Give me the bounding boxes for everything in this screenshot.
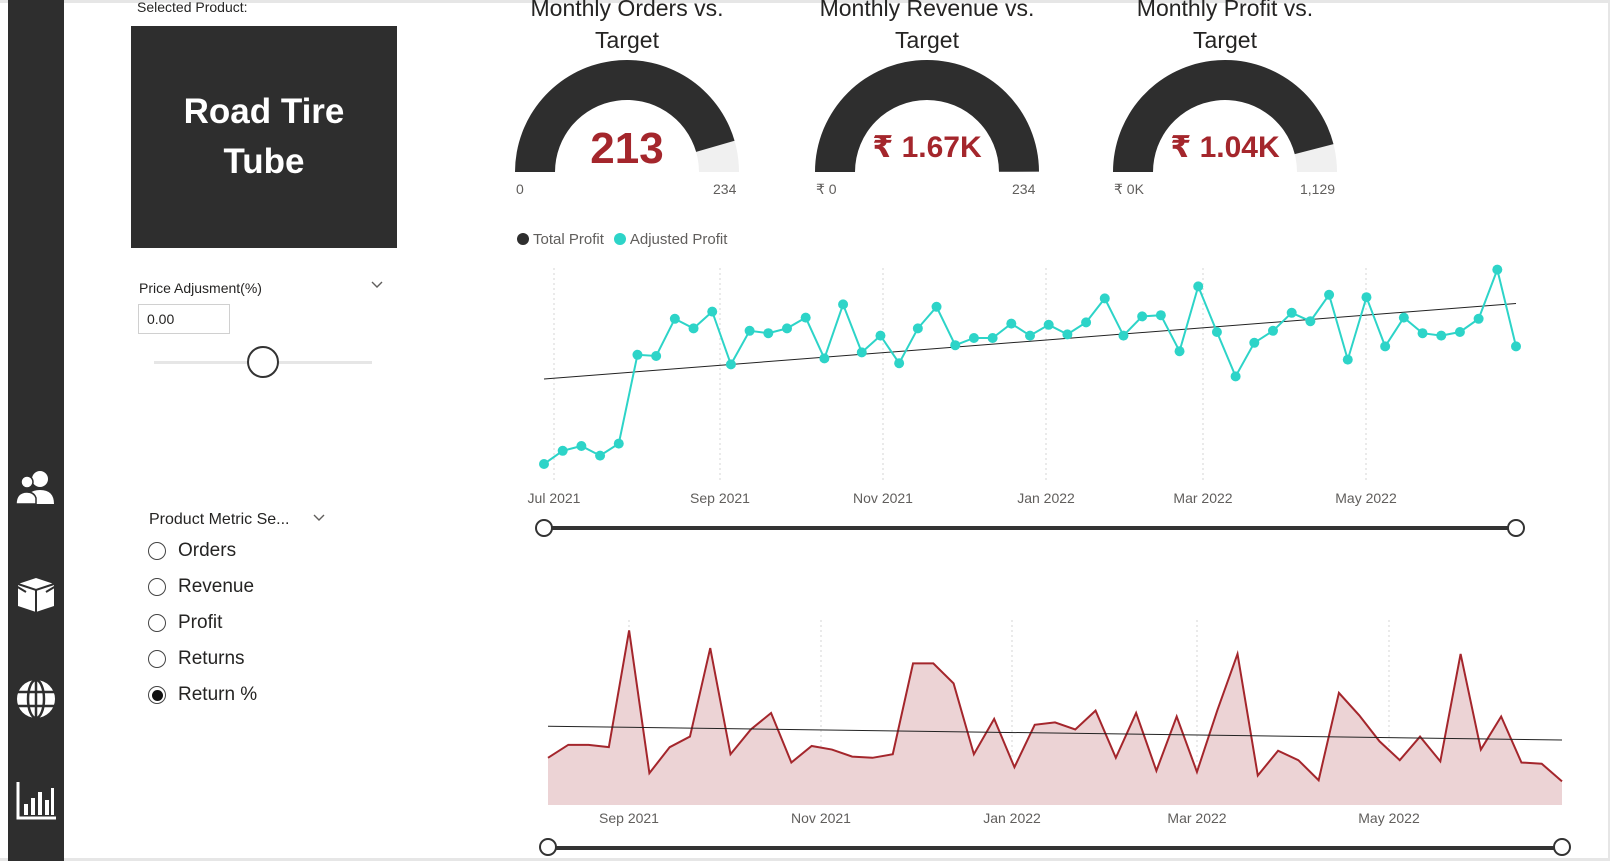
x-tick-label: May 2022 <box>1358 810 1420 826</box>
area-fill <box>548 630 1562 805</box>
x-tick-label: Nov 2021 <box>791 810 851 826</box>
slider-handle-end[interactable] <box>1553 838 1571 856</box>
x-tick-label: Jan 2022 <box>983 810 1041 826</box>
slider-track[interactable] <box>548 846 1562 850</box>
x-tick-label: Mar 2022 <box>1167 810 1227 826</box>
return-percent-area-chart <box>547 620 1563 805</box>
x-tick-label: Sep 2021 <box>599 810 659 826</box>
slider-handle-start[interactable] <box>539 838 557 856</box>
